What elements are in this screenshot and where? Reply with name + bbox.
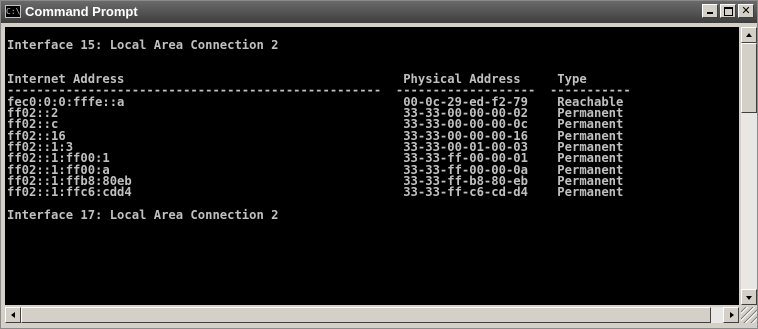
horizontal-scroll-thumb[interactable]: [21, 307, 711, 323]
console-line: ff02::1:ffc6:cdd4 33-33-ff-c6-cd-d4 Perm…: [7, 185, 624, 200]
close-button[interactable]: ✕: [738, 4, 754, 18]
vertical-scrollbar[interactable]: [741, 27, 757, 305]
scroll-left-button[interactable]: [5, 307, 21, 323]
arrow-left-icon: [11, 312, 15, 318]
console-icon[interactable]: C:\: [5, 5, 21, 18]
arrow-up-icon: [746, 33, 752, 37]
console-output[interactable]: Interface 15: Local Area Connection 2 Int…: [5, 27, 739, 305]
window-controls: ✕: [702, 4, 754, 18]
maximize-button[interactable]: [720, 4, 736, 18]
scroll-down-button[interactable]: [741, 289, 757, 305]
console-text: Interface 15: Local Area Connection 2 Int…: [5, 27, 739, 289]
vertical-scroll-thumb[interactable]: [741, 43, 757, 113]
arrow-down-icon: [746, 296, 752, 300]
command-prompt-window: C:\ Command Prompt ✕ Interface 15: Local…: [0, 0, 758, 329]
window-title: Command Prompt: [25, 4, 138, 19]
minimize-button[interactable]: [702, 4, 718, 18]
resize-grip[interactable]: [741, 307, 757, 323]
scroll-up-button[interactable]: [741, 27, 757, 43]
scroll-right-button[interactable]: [723, 307, 739, 323]
console-line: Interface 15: Local Area Connection 2: [7, 38, 279, 53]
horizontal-scrollbar[interactable]: [5, 307, 739, 323]
title-bar[interactable]: C:\ Command Prompt ✕: [1, 1, 757, 23]
console-line: Interface 17: Local Area Connection 2: [7, 207, 279, 222]
arrow-right-icon: [730, 312, 734, 318]
